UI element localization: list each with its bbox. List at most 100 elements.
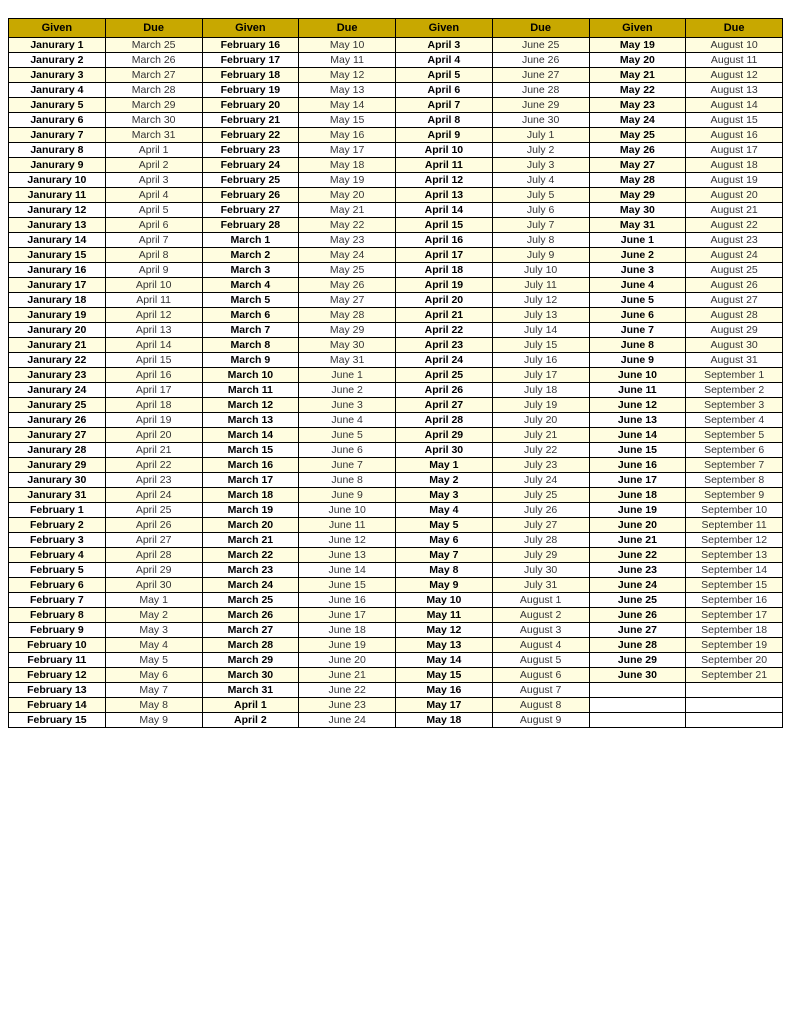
given-date: March 9	[202, 353, 299, 368]
given-date: May 25	[589, 128, 686, 143]
due-date: April 4	[105, 188, 202, 203]
given-date: May 16	[396, 683, 493, 698]
due-date: May 21	[299, 203, 396, 218]
given-date: June 17	[589, 473, 686, 488]
due-date: September 19	[686, 638, 783, 653]
due-date: September 11	[686, 518, 783, 533]
due-header: Due	[105, 19, 202, 38]
given-date: Janurary 17	[9, 278, 106, 293]
due-date: May 30	[299, 338, 396, 353]
due-date: August 29	[686, 323, 783, 338]
given-date: Janurary 3	[9, 68, 106, 83]
due-date: June 21	[299, 668, 396, 683]
due-date: July 6	[492, 203, 589, 218]
given-date: February 22	[202, 128, 299, 143]
given-date: February 6	[9, 578, 106, 593]
due-date: July 13	[492, 308, 589, 323]
due-date: March 30	[105, 113, 202, 128]
due-date: June 25	[492, 38, 589, 53]
given-date: Janurary 29	[9, 458, 106, 473]
given-date: February 13	[9, 683, 106, 698]
given-date: February 8	[9, 608, 106, 623]
due-date: May 9	[105, 713, 202, 728]
due-date: August 1	[492, 593, 589, 608]
due-date: May 25	[299, 263, 396, 278]
due-date: September 18	[686, 623, 783, 638]
given-date: February 14	[9, 698, 106, 713]
due-date: August 20	[686, 188, 783, 203]
due-date: June 2	[299, 383, 396, 398]
due-header: Due	[299, 19, 396, 38]
given-date: May 1	[396, 458, 493, 473]
due-date: May 19	[299, 173, 396, 188]
given-date: May 31	[589, 218, 686, 233]
given-date: June 18	[589, 488, 686, 503]
due-date: June 13	[299, 548, 396, 563]
due-date: May 27	[299, 293, 396, 308]
due-date: August 15	[686, 113, 783, 128]
given-header: Given	[589, 19, 686, 38]
due-date: September 21	[686, 668, 783, 683]
given-date: May 24	[589, 113, 686, 128]
due-date: May 4	[105, 638, 202, 653]
given-date: May 14	[396, 653, 493, 668]
given-date: May 8	[396, 563, 493, 578]
due-date: July 29	[492, 548, 589, 563]
given-date: Janurary 7	[9, 128, 106, 143]
given-date: Janurary 31	[9, 488, 106, 503]
due-date: July 16	[492, 353, 589, 368]
given-date: Janurary 20	[9, 323, 106, 338]
due-date: May 23	[299, 233, 396, 248]
given-date: June 8	[589, 338, 686, 353]
given-date: June 20	[589, 518, 686, 533]
given-date: Janurary 21	[9, 338, 106, 353]
due-date: May 18	[299, 158, 396, 173]
due-date: March 28	[105, 83, 202, 98]
given-date: March 16	[202, 458, 299, 473]
due-date: July 14	[492, 323, 589, 338]
given-date: April 14	[396, 203, 493, 218]
given-date: February 16	[202, 38, 299, 53]
due-date: July 18	[492, 383, 589, 398]
given-date: February 15	[9, 713, 106, 728]
due-date: July 24	[492, 473, 589, 488]
given-date: April 27	[396, 398, 493, 413]
due-date: June 5	[299, 428, 396, 443]
given-date: March 14	[202, 428, 299, 443]
given-date: Janurary 2	[9, 53, 106, 68]
given-date: June 23	[589, 563, 686, 578]
given-date: June 10	[589, 368, 686, 383]
given-date: June 22	[589, 548, 686, 563]
given-date: Janurary 23	[9, 368, 106, 383]
given-date: March 2	[202, 248, 299, 263]
given-date: March 21	[202, 533, 299, 548]
given-date: June 29	[589, 653, 686, 668]
due-date: April 22	[105, 458, 202, 473]
given-date: March 20	[202, 518, 299, 533]
given-date: May 2	[396, 473, 493, 488]
given-date: May 15	[396, 668, 493, 683]
given-date: February 23	[202, 143, 299, 158]
given-date: February 4	[9, 548, 106, 563]
given-date: March 30	[202, 668, 299, 683]
given-date: Janurary 26	[9, 413, 106, 428]
due-date: May 8	[105, 698, 202, 713]
given-date: May 17	[396, 698, 493, 713]
given-date: February 18	[202, 68, 299, 83]
given-date: June 16	[589, 458, 686, 473]
calendar-table: GivenDueGivenDueGivenDueGivenDue Janurar…	[8, 18, 783, 728]
due-date: July 30	[492, 563, 589, 578]
due-date: June 1	[299, 368, 396, 383]
given-date: May 27	[589, 158, 686, 173]
due-date: August 21	[686, 203, 783, 218]
due-date: August 28	[686, 308, 783, 323]
due-date: May 29	[299, 323, 396, 338]
given-date: April 7	[396, 98, 493, 113]
given-date: June 25	[589, 593, 686, 608]
given-date: April 15	[396, 218, 493, 233]
given-date: Janurary 4	[9, 83, 106, 98]
given-date: May 5	[396, 518, 493, 533]
due-date: May 31	[299, 353, 396, 368]
due-date: June 19	[299, 638, 396, 653]
due-date: June 3	[299, 398, 396, 413]
